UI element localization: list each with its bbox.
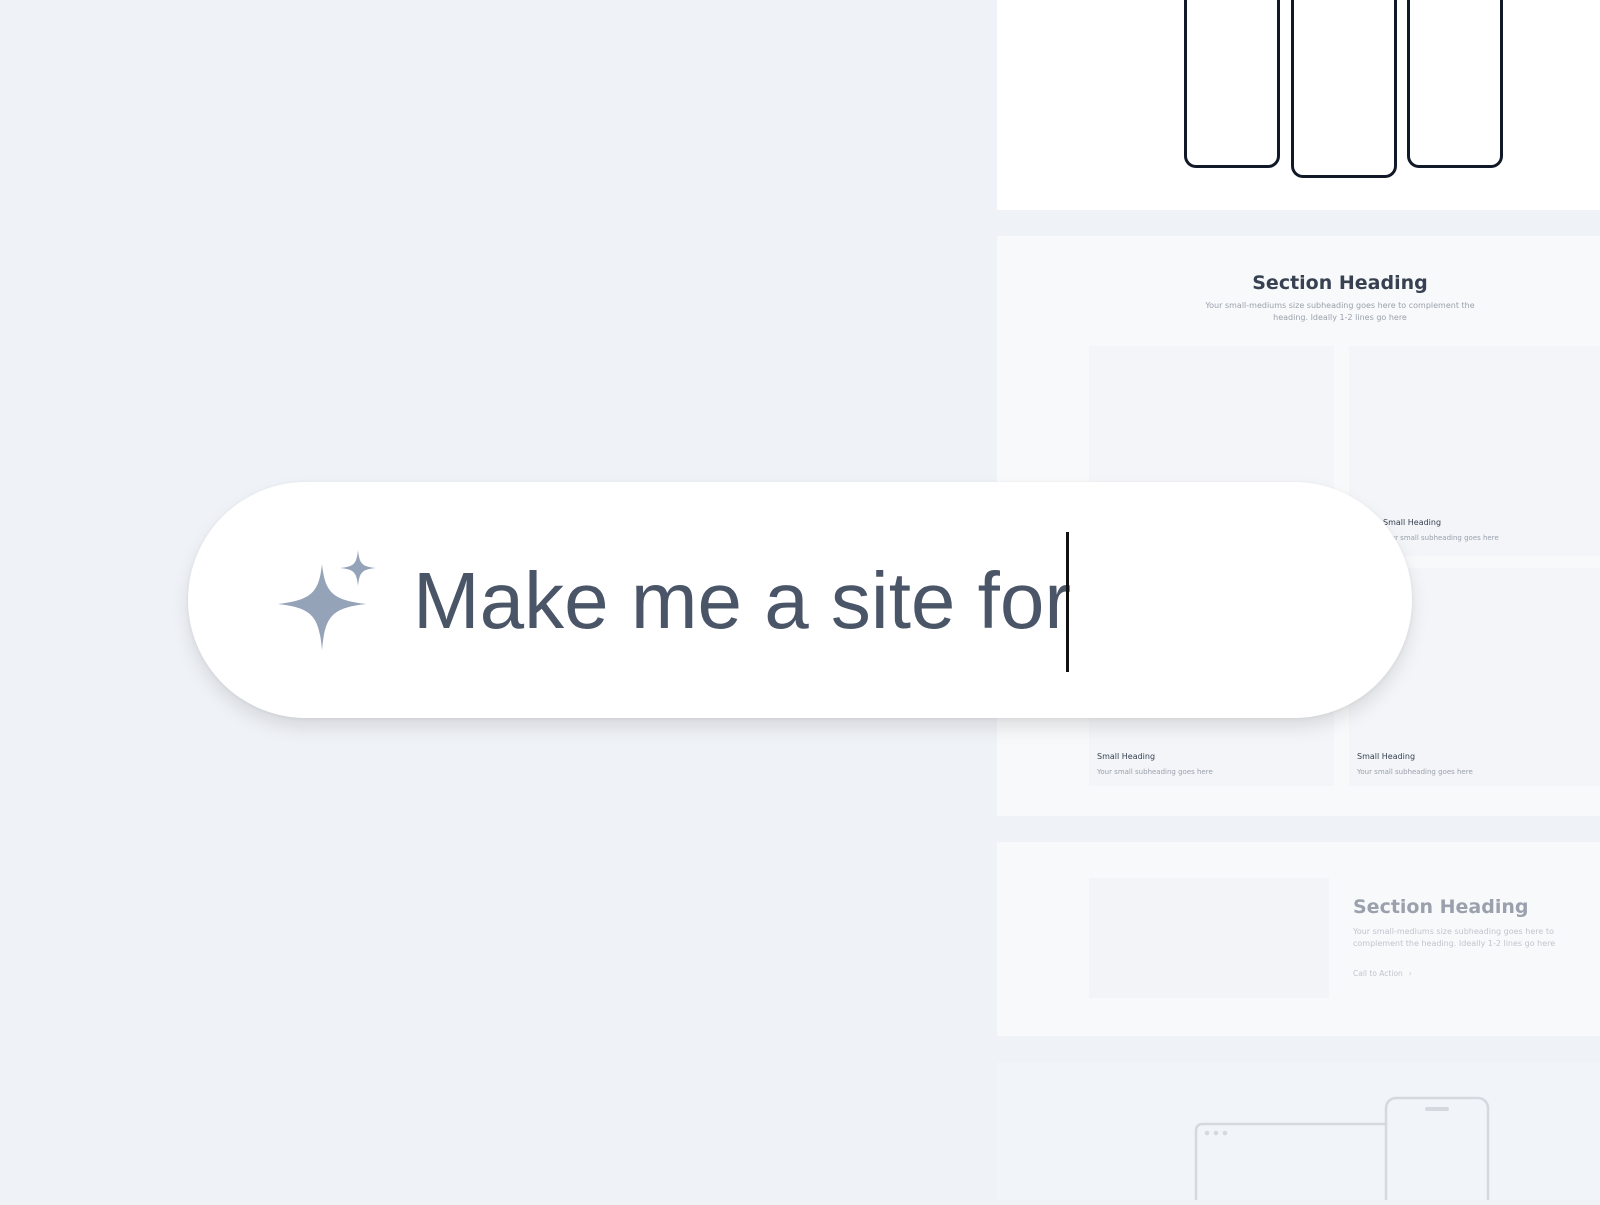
card-subtitle: Your small subheading goes here	[1383, 534, 1499, 542]
phone-mockup-left	[1184, 0, 1280, 168]
canvas: Section Heading Your small-mediums size …	[0, 0, 1600, 1205]
section-subheading-line-2: heading. Ideally 1-2 lines go here	[1273, 313, 1407, 322]
chevron-right-icon: ›	[1408, 969, 1412, 978]
wireframe-phones-panel	[997, 0, 1600, 210]
mobile-mockup	[1384, 1096, 1490, 1205]
devices-illustration	[1194, 1096, 1490, 1205]
prompt-input[interactable]: Make me a site for	[188, 482, 1412, 718]
text-caret	[1066, 532, 1069, 672]
section-heading: Section Heading	[1252, 272, 1428, 294]
image-placeholder	[1089, 878, 1329, 998]
mobile-speaker	[1425, 1107, 1449, 1111]
card-title: Small Heading	[1097, 752, 1156, 761]
split-section-heading: Section Heading	[1353, 896, 1529, 918]
window-dot	[1213, 1130, 1219, 1136]
call-to-action-link[interactable]: Call to Action ›	[1353, 969, 1412, 978]
split-section-subheading: Your small-mediums size subheading goes …	[1353, 927, 1556, 948]
card-subtitle: Your small subheading goes here	[1097, 768, 1213, 776]
section-subheading-line-1: Your small-mediums size subheading goes …	[1205, 301, 1475, 310]
wireframe-devices-panel	[997, 1062, 1600, 1205]
window-dot	[1204, 1130, 1210, 1136]
desktop-mockup	[1194, 1122, 1392, 1205]
card-title: Small Heading	[1383, 518, 1442, 527]
card-subtitle: Your small subheading goes here	[1357, 768, 1473, 776]
window-dot	[1222, 1130, 1228, 1136]
sparkle-icon	[278, 550, 376, 650]
phone-mockup-right	[1407, 0, 1503, 168]
wireframe-split-panel: Section Heading Your small-mediums size …	[997, 842, 1600, 1036]
card-title: Small Heading	[1357, 752, 1416, 761]
cta-label: Call to Action	[1353, 969, 1403, 978]
prompt-text: Make me a site for	[413, 556, 1072, 645]
feature-card: Small Heading Your small subheading goes…	[1349, 346, 1600, 556]
phone-mockup-center	[1291, 0, 1397, 178]
